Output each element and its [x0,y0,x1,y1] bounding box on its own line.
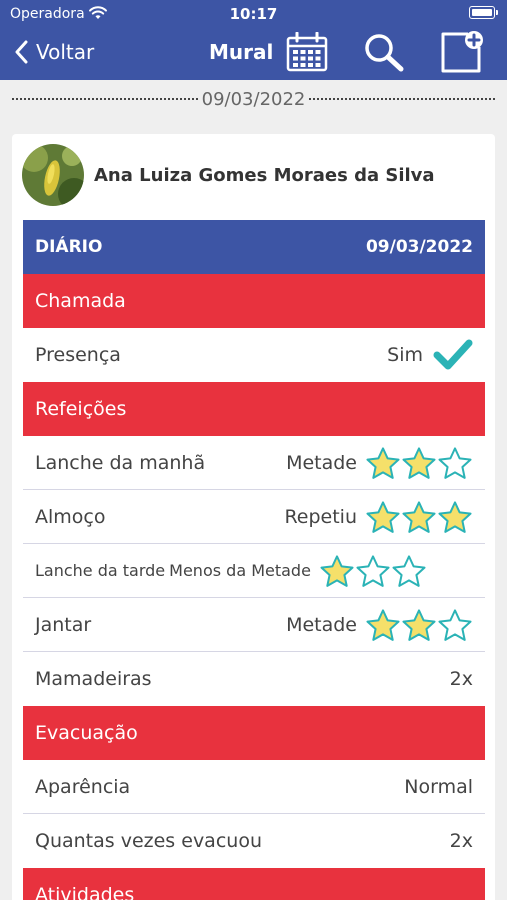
meal-amount: Repetiu [284,505,357,528]
date-separator: 09/03/2022 [12,86,495,112]
page-title: Mural [209,40,274,64]
avatar [22,144,84,206]
divider [309,98,495,100]
section-chamada: Chamada [23,274,485,328]
star-filled-icon [320,554,354,587]
star-filled-icon [366,608,400,641]
back-label: Voltar [36,40,95,64]
battery-icon [469,6,498,19]
back-button[interactable]: Voltar [14,34,94,70]
post-author: Ana Luiza Gomes Moraes da Silva [22,144,435,206]
star-empty-icon [392,554,426,587]
star-empty-icon [438,446,472,479]
calendar-icon[interactable] [286,32,328,72]
presence-label: Presença [35,344,121,366]
meal-amount: Metade [286,451,357,474]
diary: DIÁRIO 09/03/2022 Chamada Presença Sim R… [23,220,485,900]
meal-amount: Menos da Metade [169,561,311,580]
diary-date: 09/03/2022 [365,237,473,257]
evacuation-row: Quantas vezes evacuou 2x [23,814,485,868]
presence-row: Presença Sim [23,328,485,382]
author-name: Ana Luiza Gomes Moraes da Silva [94,164,435,186]
section-evacuacao: Evacuação [23,706,485,760]
new-post-icon[interactable] [440,30,486,74]
status-bar: Operadora 10:17 [0,0,507,28]
star-filled-icon [402,446,436,479]
evacuation-value: 2x [449,830,473,852]
mamadeiras-label: Mamadeiras [35,668,152,690]
meal-label: Almoço [35,505,106,528]
mamadeiras-value: 2x [449,668,473,690]
presence-value: Sim [387,344,423,366]
star-filled-icon [438,500,472,533]
chevron-left-icon [15,40,28,64]
star-empty-icon [438,608,472,641]
diary-header: DIÁRIO 09/03/2022 [23,220,485,274]
section-title: Refeições [35,398,127,420]
meal-row: Almoço Repetiu [23,490,485,544]
search-icon[interactable] [363,32,405,72]
meal-label: Lanche da tarde [35,561,166,580]
check-icon [433,339,473,370]
meal-label: Lanche da manhã [35,451,206,474]
mamadeiras-row: Mamadeiras 2x [23,652,485,706]
star-rating [365,446,473,480]
meal-row: Lanche da tarde Menos da Metade [23,544,485,598]
star-empty-icon [356,554,390,587]
section-title: Atividades [35,884,135,900]
top-bar: Operadora 10:17 Voltar Mural [0,0,507,80]
evacuation-row: Aparência Normal [23,760,485,814]
meal-row: Jantar Metade [23,598,485,652]
star-rating [365,608,473,642]
star-filled-icon [402,608,436,641]
evacuation-value: Normal [404,775,473,798]
section-title: Evacuação [35,722,138,744]
star-rating [319,554,427,588]
meal-label: Jantar [35,613,92,636]
status-time: 10:17 [229,5,278,23]
star-filled-icon [366,446,400,479]
divider [12,98,198,100]
star-filled-icon [366,500,400,533]
meal-row: Lanche da manhã Metade [23,436,485,490]
section-refeicoes: Refeições [23,382,485,436]
post-card: Ana Luiza Gomes Moraes da Silva DIÁRIO 0… [12,134,495,900]
meal-amount: Metade [286,613,357,636]
star-filled-icon [402,500,436,533]
separator-date: 09/03/2022 [201,88,306,110]
evacuation-label: Quantas vezes evacuou [35,830,262,852]
diary-title: DIÁRIO [35,237,103,257]
section-atividades: Atividades [23,868,485,900]
section-title: Chamada [35,290,126,312]
star-rating [365,500,473,534]
evacuation-label: Aparência [35,775,131,798]
